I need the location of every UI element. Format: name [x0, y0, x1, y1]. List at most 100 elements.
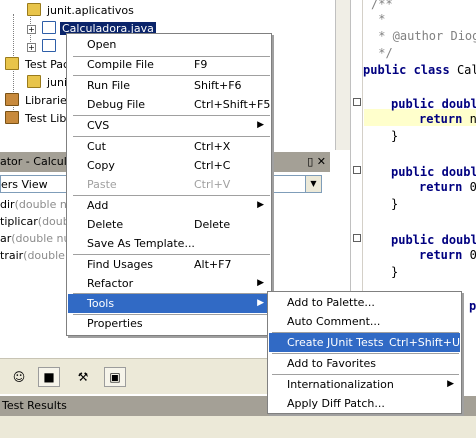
- class-declaration: public class Calc: [363, 63, 476, 77]
- tree-item-package[interactable]: junit.aplicativos: [27, 2, 136, 19]
- menu-item-delete[interactable]: Delete Delete: [68, 215, 270, 234]
- method-signature: public doubl: [391, 233, 476, 247]
- lock-icon[interactable]: ▣: [104, 367, 126, 387]
- project-tree-scrollbar[interactable]: [335, 0, 350, 150]
- member-name: tiplicar: [0, 215, 38, 228]
- menu-item-shortcut: Alt+F7: [194, 258, 232, 271]
- fold-icon[interactable]: [353, 98, 361, 106]
- navigator-view-value: ers View: [1, 178, 48, 191]
- menu-item-shortcut: Ctrl+X: [194, 140, 231, 153]
- closing-brace: }: [391, 265, 399, 279]
- keyword: publ: [469, 299, 476, 313]
- keyword: public: [391, 97, 435, 111]
- expand-icon[interactable]: +: [27, 43, 36, 52]
- menu-item-cut[interactable]: Cut Ctrl+X: [68, 137, 270, 156]
- menu-item-shortcut: Shift+F6: [194, 79, 242, 92]
- comment-line: /**: [371, 0, 393, 11]
- menu-item-label: Create JUnit Tests: [287, 336, 384, 349]
- tree-item-label: Test Pac: [25, 58, 70, 71]
- java-file-icon: [42, 39, 56, 52]
- menu-item-save-as-template[interactable]: Save As Template...: [68, 234, 270, 253]
- menu-item-shortcut: F9: [194, 58, 208, 71]
- menu-item-paste[interactable]: Paste Ctrl+V: [68, 175, 270, 194]
- menu-item-label: Internationalization: [287, 378, 394, 391]
- keyword: return: [419, 248, 463, 262]
- navigator-window-buttons[interactable]: ▯ ✕: [307, 155, 326, 168]
- menu-item-cvs[interactable]: CVS ▶: [68, 116, 270, 135]
- tree-item-libraries[interactable]: Libraries: [5, 92, 75, 109]
- expand-icon[interactable]: +: [27, 25, 36, 34]
- closing-brace: }: [391, 129, 399, 143]
- menu-item-label: Open: [87, 38, 117, 51]
- menu-item-properties[interactable]: Properties: [68, 314, 270, 333]
- menu-item-debug-file[interactable]: Debug File Ctrl+Shift+F5: [68, 95, 270, 114]
- comment-line: */: [371, 46, 393, 60]
- menu-item-open[interactable]: Open: [68, 35, 270, 54]
- menu-item-add-to-favorites[interactable]: Add to Favorites: [269, 354, 460, 373]
- library-icon: [5, 93, 19, 106]
- menu-item-apply-diff-patch[interactable]: Apply Diff Patch...: [269, 394, 460, 413]
- menu-item-label: Tools: [87, 297, 115, 310]
- people-icon[interactable]: ☺: [8, 367, 30, 387]
- menu-item-label: Add to Palette...: [287, 296, 375, 309]
- menu-item-compile-file[interactable]: Compile File F9: [68, 55, 270, 74]
- menu-item-label: CVS: [87, 119, 110, 132]
- folder-icon: [5, 57, 19, 70]
- keyword: public: [391, 233, 435, 247]
- keyword: doubl: [441, 165, 476, 179]
- menu-item-label: Apply Diff Patch...: [287, 397, 385, 410]
- context-menu: Open Compile File F9 Run File Shift+F6 Deb…: [66, 33, 272, 336]
- menu-item-copy[interactable]: Copy Ctrl+C: [68, 156, 270, 175]
- menu-item-add[interactable]: Add ▶: [68, 196, 270, 215]
- menu-item-label: Run File: [87, 79, 130, 92]
- menu-item-internationalization[interactable]: Internationalization ▶: [269, 375, 460, 394]
- menu-item-label: Refactor: [87, 277, 134, 290]
- submenu-arrow-icon: ▶: [257, 278, 264, 288]
- comment-line: * @author Diogo: [371, 29, 476, 43]
- menu-item-label: Copy: [87, 159, 115, 172]
- window-icon[interactable]: ■: [38, 367, 60, 387]
- tree-item-test-packages[interactable]: Test Pac: [5, 56, 71, 73]
- tree-item-hidden[interactable]: +: [27, 38, 60, 55]
- keyword: doubl: [441, 233, 476, 247]
- tools-icon[interactable]: ⚒: [72, 367, 94, 387]
- menu-item-shortcut: Ctrl+Shift+U: [389, 336, 461, 349]
- menu-item-refactor[interactable]: Refactor ▶: [68, 274, 270, 293]
- menu-item-shortcut: Ctrl+V: [194, 178, 231, 191]
- menu-item-label: Add: [87, 199, 109, 212]
- menu-item-add-to-palette[interactable]: Add to Palette...: [269, 293, 460, 312]
- keyword: public class: [363, 63, 450, 77]
- tree-item-test-libraries[interactable]: Test Libr: [5, 110, 73, 127]
- package-icon: [27, 75, 41, 88]
- menu-item-label: Properties: [87, 317, 143, 330]
- menu-item-label: Auto Comment...: [287, 315, 381, 328]
- menu-item-create-junit-tests[interactable]: Create JUnit Tests Ctrl+Shift+U: [269, 333, 460, 352]
- code-text: 0: [469, 248, 476, 262]
- submenu-arrow-icon: ▶: [447, 379, 454, 389]
- menu-item-label: Cut: [87, 140, 106, 153]
- member-name: dir: [0, 198, 15, 211]
- fold-icon[interactable]: [353, 166, 361, 174]
- keyword: return: [419, 112, 463, 126]
- method-body: return n: [419, 112, 476, 126]
- method-body: return 0: [419, 180, 476, 194]
- tools-submenu: Add to Palette... Auto Comment... Create…: [267, 291, 462, 414]
- menu-item-auto-comment[interactable]: Auto Comment...: [269, 312, 460, 331]
- menu-item-label: Debug File: [87, 98, 146, 111]
- method-body: return 0: [419, 248, 476, 262]
- menu-item-label: Add to Favorites: [287, 357, 377, 370]
- submenu-arrow-icon: ▶: [257, 120, 264, 130]
- menu-item-label: Compile File: [87, 58, 154, 71]
- keyword: return: [419, 180, 463, 194]
- menu-item-shortcut: Ctrl+Shift+F5: [194, 98, 271, 111]
- menu-item-run-file[interactable]: Run File Shift+F6: [68, 76, 270, 95]
- menu-item-tools[interactable]: Tools ▶: [68, 294, 270, 313]
- menu-item-find-usages[interactable]: Find Usages Alt+F7: [68, 255, 270, 274]
- chevron-down-icon[interactable]: ▼: [305, 176, 321, 192]
- menu-item-label: Find Usages: [87, 258, 154, 271]
- class-name: Calc: [456, 63, 476, 77]
- keyword: doubl: [441, 97, 476, 111]
- tree-item-label: junit.aplicativos: [47, 4, 134, 17]
- fold-icon[interactable]: [353, 234, 361, 242]
- java-file-icon: [42, 21, 56, 34]
